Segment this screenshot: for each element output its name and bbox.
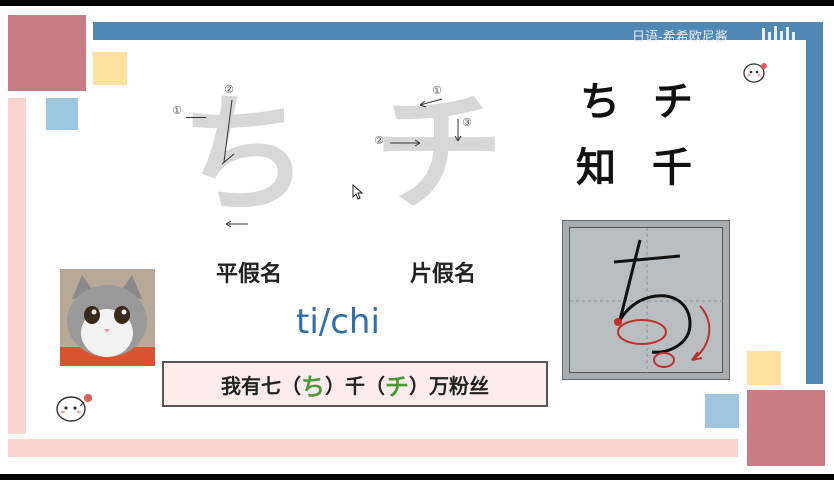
hira-stroke-arrow-1 <box>186 117 206 118</box>
mnemonic-part3: ）万粉丝 <box>409 373 489 398</box>
origin-row1-left: ち <box>580 79 620 125</box>
mnemonic-hiragana: ち <box>301 372 325 401</box>
handwriting-grid <box>569 227 724 374</box>
mnemonic-katakana: チ <box>385 372 409 401</box>
yellow-block-bottom-right <box>747 351 781 385</box>
origin-row2-right: 千 <box>652 145 692 191</box>
left-pink-bar <box>8 98 26 434</box>
bottom-pink-bar <box>8 439 738 457</box>
mnemonic-box: 我有七（ち）千（チ）万粉丝 <box>162 361 548 407</box>
mnemonic-part2: ）千（ <box>325 373 385 398</box>
light-blue-block-bottom-right <box>705 394 739 428</box>
origin-row2-left: 知 <box>576 145 616 191</box>
hira-stroke-number-1: ① <box>172 104 182 117</box>
right-blue-bar <box>806 22 823 384</box>
mnemonic-part1: 我有七（ <box>221 373 301 398</box>
hiragana-label: 平假名 <box>216 262 283 287</box>
hira-stroke-path-icon <box>212 94 282 234</box>
origin-row1-right: チ <box>653 79 693 125</box>
light-blue-block-left <box>46 98 78 130</box>
romaji-text: ti/chi <box>296 302 380 342</box>
watermark-text: 日语-希希欧尼酱 <box>632 30 728 45</box>
handwriting-video-panel <box>562 220 730 380</box>
mascot-sticker-bottom-left <box>54 390 94 424</box>
cat-photo <box>60 269 155 366</box>
katakana-label: 片假名 <box>410 262 477 287</box>
slide-canvas: 日语-希希欧尼酱 ち ① ② チ ① ② ③ 平假名 片假名 ti/chi ち … <box>0 6 834 474</box>
kata-stroke-path-icon <box>380 91 480 151</box>
rose-block-top-left <box>8 15 86 91</box>
bilibili-logo-icon <box>760 24 800 44</box>
mascot-sticker-top-right <box>742 60 768 84</box>
yellow-block-top-left <box>93 52 127 85</box>
mouse-cursor-icon <box>352 183 364 200</box>
rose-block-bottom-right <box>747 390 825 466</box>
